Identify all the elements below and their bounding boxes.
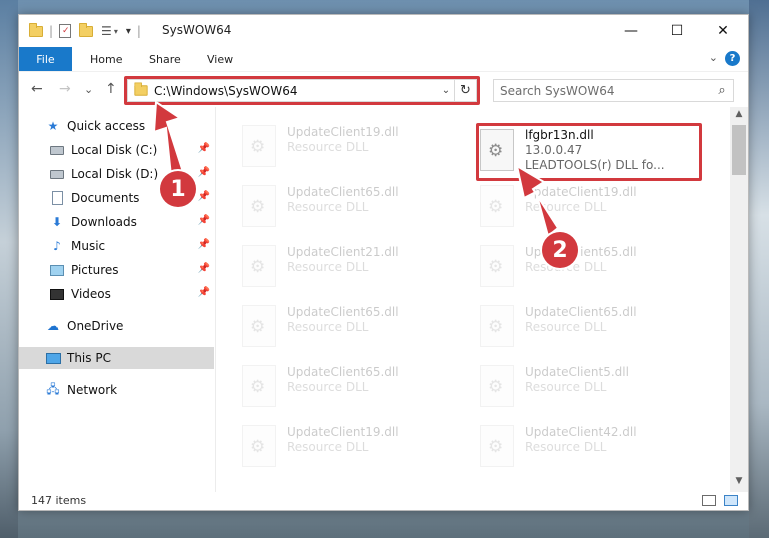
arrow-2 — [515, 163, 560, 238]
step-2-callout: 2 — [542, 232, 578, 268]
step-1-callout: 1 — [160, 171, 196, 207]
annotation-arrows — [152, 100, 560, 238]
arrow-1 — [152, 100, 185, 178]
